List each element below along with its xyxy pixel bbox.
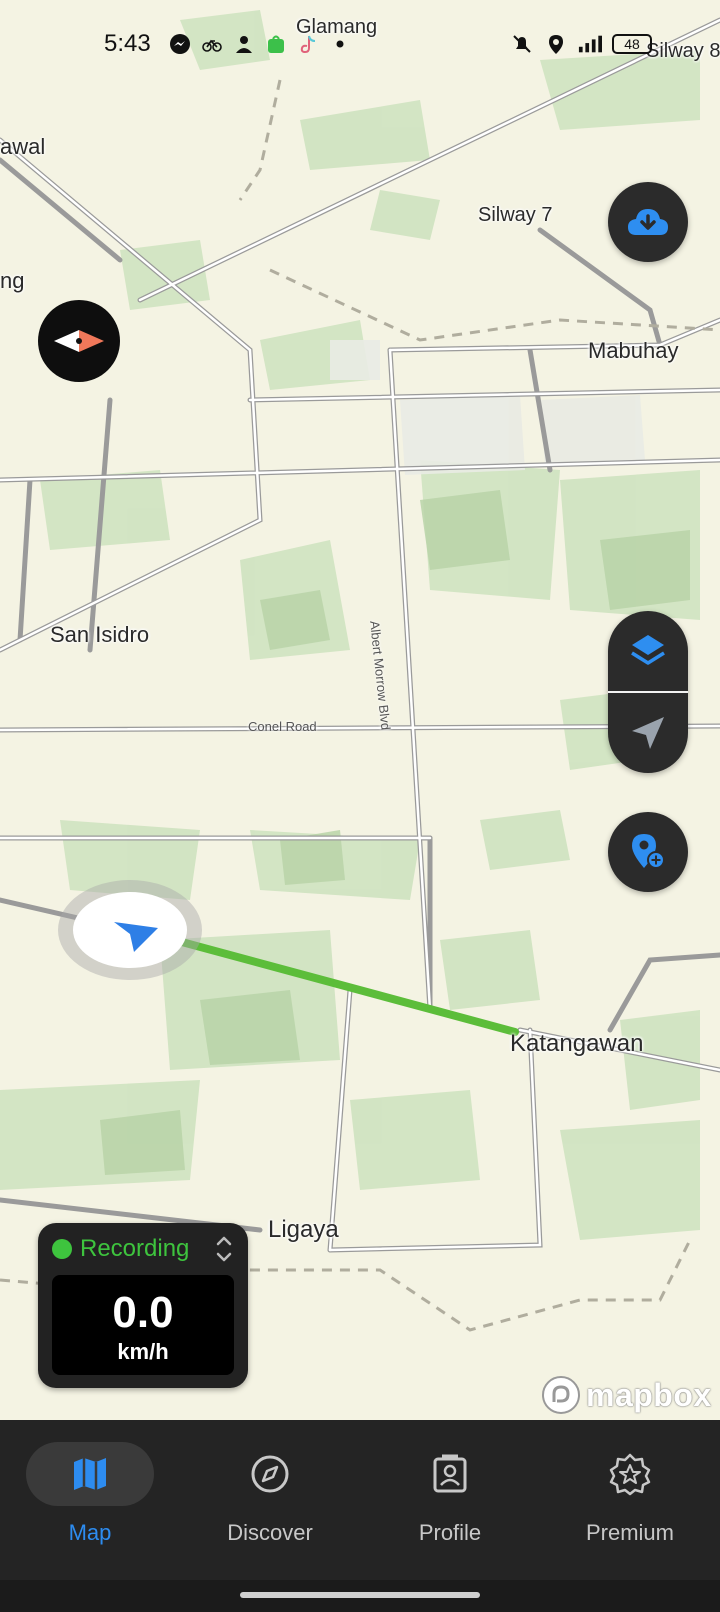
nav-label-profile: Profile xyxy=(418,1520,482,1545)
location-pin-icon xyxy=(544,32,568,56)
cloud-download-icon xyxy=(628,209,668,235)
place-label-katangawan: Katangawan xyxy=(510,1030,644,1057)
road-label-conel: Conel Road xyxy=(248,719,317,734)
profile-badge-icon xyxy=(433,1454,467,1493)
battery-icon: 48 xyxy=(612,34,652,54)
nav-item-map[interactable]: Map xyxy=(15,1442,165,1546)
bottom-navigation: Map Discover Profile Premium xyxy=(0,1420,720,1580)
nav-item-discover[interactable]: Discover xyxy=(195,1442,345,1546)
speed-display: 0.0 km/h xyxy=(52,1275,234,1375)
map-control-stack xyxy=(608,611,688,773)
speed-value: 0.0 xyxy=(112,1288,174,1337)
expand-collapse-icon[interactable] xyxy=(214,1231,234,1267)
locate-button[interactable] xyxy=(608,693,688,773)
mapbox-wordmark: mapbox xyxy=(586,1376,712,1413)
nav-item-profile[interactable]: Profile xyxy=(375,1442,525,1546)
place-label-ligaya: Ligaya xyxy=(268,1216,339,1243)
navigation-arrow-icon xyxy=(632,717,664,749)
recording-label: Recording xyxy=(80,1235,190,1262)
nav-label-discover: Discover xyxy=(227,1520,313,1545)
map-icon xyxy=(74,1458,106,1490)
layers-icon xyxy=(631,635,665,665)
user-location-marker xyxy=(58,880,202,980)
status-time: 5:43 xyxy=(104,30,151,57)
nav-pill-map xyxy=(26,1442,154,1506)
nav-pill-premium xyxy=(566,1442,694,1506)
tiktok-icon xyxy=(296,32,320,56)
place-label-silway7: Silway 7 xyxy=(478,204,553,226)
download-map-button[interactable] xyxy=(608,182,688,262)
system-icons: 48 xyxy=(510,32,652,56)
messenger-icon xyxy=(168,32,192,56)
notification-icons xyxy=(168,32,352,56)
compass-icon xyxy=(54,330,104,352)
nav-pill-discover xyxy=(206,1442,334,1506)
compass-outline-icon xyxy=(251,1455,289,1493)
bicycle-icon xyxy=(200,32,224,56)
add-location-button[interactable] xyxy=(608,812,688,892)
nav-item-premium[interactable]: Premium xyxy=(555,1442,705,1546)
layers-button[interactable] xyxy=(608,611,688,691)
bell-off-icon xyxy=(510,32,534,56)
shopping-bag-icon xyxy=(264,32,288,56)
nav-label-map: Map xyxy=(68,1520,112,1545)
nav-pill-profile xyxy=(386,1442,514,1506)
place-label-mabuhay: Mabuhay xyxy=(588,338,679,363)
person-icon xyxy=(232,32,256,56)
nav-label-premium: Premium xyxy=(585,1520,674,1545)
place-label-san-isidro: San Isidro xyxy=(50,622,150,647)
place-label-ng: ng xyxy=(0,268,25,293)
mapbox-logo-icon xyxy=(542,1376,580,1414)
battery-level: 48 xyxy=(624,36,640,52)
star-badge-icon xyxy=(609,1453,651,1496)
dot-icon xyxy=(328,32,352,56)
signal-bars-icon xyxy=(578,32,602,56)
add-location-icon xyxy=(632,834,665,869)
home-gesture-bar[interactable] xyxy=(240,1592,480,1598)
recording-status-dot xyxy=(52,1239,72,1259)
recording-card[interactable]: Recording 0.0 km/h xyxy=(38,1223,248,1388)
compass-button[interactable] xyxy=(38,300,120,382)
recording-header: Recording xyxy=(52,1235,189,1263)
place-label-awal: awal xyxy=(0,134,46,159)
mapbox-attribution[interactable]: mapbox xyxy=(540,1374,712,1416)
status-bar: 5:43 48 xyxy=(0,0,720,90)
speed-unit: km/h xyxy=(117,1339,169,1364)
